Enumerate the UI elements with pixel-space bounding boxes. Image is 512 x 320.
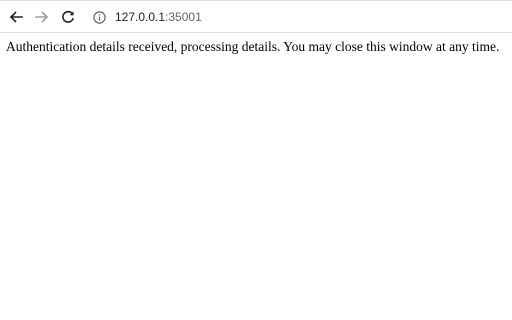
forward-button[interactable]	[32, 7, 52, 27]
page-message: Authentication details received, process…	[6, 39, 500, 54]
reload-button[interactable]	[58, 7, 78, 27]
url-port: :35001	[165, 10, 202, 24]
address-bar[interactable]: 127.0.0.1:35001	[88, 7, 488, 27]
info-circle-icon[interactable]	[92, 10, 106, 24]
back-button[interactable]	[6, 7, 26, 27]
arrow-left-icon	[9, 11, 23, 23]
url-text[interactable]: 127.0.0.1:35001	[115, 7, 202, 27]
reload-icon	[62, 10, 74, 23]
arrow-right-icon	[35, 11, 49, 23]
url-host: 127.0.0.1	[115, 10, 166, 24]
browser-toolbar: 127.0.0.1:35001	[0, 0, 512, 33]
